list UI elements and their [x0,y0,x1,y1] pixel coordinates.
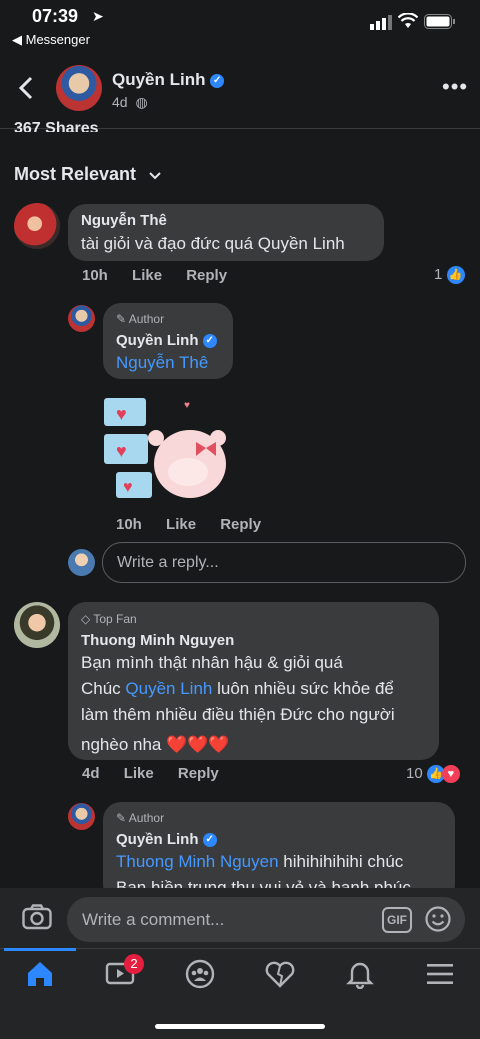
comment-input[interactable]: Write a comment... GIF [67,897,465,942]
sticker-image[interactable]: ♥ ♥ ♥ ♥ [104,392,228,504]
commenter-avatar[interactable] [14,602,60,648]
dating-heart-icon[interactable] [260,954,300,994]
notification-badge: 2 [124,954,144,974]
emoji-icon[interactable] [425,906,451,937]
author-badge-icon: ✎ [116,811,127,825]
globe-icon: ◍ [135,94,148,110]
author-badge: Author [128,312,165,326]
reaction-count[interactable]: 1 👍 [434,266,465,285]
reply-button[interactable]: Reply [220,516,261,533]
more-options-icon[interactable]: ••• [442,74,468,100]
mention-link[interactable]: Quyền Linh [125,679,212,698]
commenter-avatar[interactable] [14,203,60,249]
comment-placeholder: Write a comment... [82,910,225,929]
svg-text:♥: ♥ [184,400,190,411]
menu-icon[interactable] [420,954,460,994]
comment-time: 10h [82,267,108,284]
top-fan-badge: Top Fan [93,612,137,626]
comment-bubble: Nguyễn Thê tài giỏi và đạo đức quá Quyền… [68,204,384,261]
reply-time: 10h [116,516,142,533]
chevron-down-icon [149,167,161,183]
reply-bubble: ✎ Author Quyền Linh ✓ Nguyễn Thê [103,303,233,379]
author-badge-icon: ✎ [116,312,127,326]
comment-text-line: nghèo nha ❤️❤️❤️ [81,735,230,754]
sort-dropdown[interactable]: Most Relevant [14,164,161,185]
reply-button[interactable]: Reply [178,765,219,782]
like-button[interactable]: Like [132,267,162,284]
home-indicator [155,1024,325,1029]
like-reaction-icon: 👍 [446,266,465,285]
signal-icon [370,14,392,35]
back-chevron-icon[interactable] [18,74,34,108]
comment-text-line: làm thêm nhiều điều thiện Đức cho người [81,705,395,724]
groups-icon[interactable] [180,954,220,994]
shares-count[interactable]: 367 Shares [14,120,99,132]
author-avatar[interactable] [56,65,102,111]
author-name[interactable]: Quyền Linh [112,70,206,89]
reply-author-name[interactable]: Quyền Linh [116,332,199,349]
like-button[interactable]: Like [124,765,154,782]
comment-text-fragment: luôn nhiều sức khỏe để [212,679,394,698]
location-icon: ➤ [92,8,104,24]
bell-icon[interactable] [340,954,380,994]
svg-text:♥: ♥ [116,404,127,424]
home-icon[interactable] [20,954,60,994]
author-badge: Author [128,811,165,825]
comment-text-line: Bạn mình thật nhân hậu & giỏi quá [81,653,343,672]
verified-badge-icon: ✓ [202,334,217,349]
verified-badge-icon: ✓ [210,73,225,88]
reply-text-fragment: hihihihihihi chúc [278,852,404,871]
reply-author-name[interactable]: Quyền Linh [116,831,199,848]
comment-text: tài giỏi và đạo đức quá Quyền Linh [81,234,345,253]
active-tab-indicator [4,948,76,951]
status-bar: 07:39 ➤ ◀ Messenger [0,0,480,56]
comment-bubble: ◇ Top Fan Thuong Minh Nguyen Bạn mình th… [68,602,439,760]
like-button[interactable]: Like [166,516,196,533]
bottom-bar: Write a comment... GIF 2 [0,888,480,1039]
reply-author-avatar[interactable] [68,305,95,332]
love-reaction-icon: ♥ [441,765,460,784]
mention-link[interactable]: Nguyễn Thê [116,350,208,376]
reaction-number: 10 [406,765,423,782]
svg-text:♥: ♥ [123,479,133,496]
comment-text-fragment: Chúc [81,679,126,698]
svg-text:♥: ♥ [116,441,127,461]
post-time: 4d [112,94,128,110]
reply-input[interactable]: Write a reply... [102,542,466,583]
comment-actions: 10h Like Reply [82,267,247,284]
reply-author-avatar[interactable] [68,803,95,830]
diamond-icon: ◇ [81,612,91,626]
my-avatar [68,549,95,576]
reply-button[interactable]: Reply [186,267,227,284]
sort-label: Most Relevant [14,164,137,184]
battery-icon [424,14,456,35]
status-time: 07:39 [32,6,79,26]
reply-actions: 10h Like Reply [116,516,281,533]
verified-badge-icon: ✓ [202,833,217,848]
post-header: Quyền Linh ✓ 4d ◍ ••• [0,56,480,129]
camera-icon[interactable] [22,904,52,935]
reaction-number: 1 [434,266,443,283]
back-to-messenger[interactable]: ◀ Messenger [12,32,90,48]
reply-bubble: ✎ Author Quyền Linh ✓ Thuong Minh Nguyen… [103,802,455,902]
reaction-count[interactable]: 10 👍 ♥ [406,765,460,784]
comment-actions: 4d Like Reply [82,765,239,782]
commenter-name[interactable]: Thuong Minh Nguyen [81,632,234,649]
commenter-name[interactable]: Nguyễn Thê [81,212,167,229]
mention-link[interactable]: Thuong Minh Nguyen [116,852,279,871]
comment-time: 4d [82,765,100,782]
gif-button[interactable]: GIF [382,907,412,933]
wifi-icon [397,12,419,34]
